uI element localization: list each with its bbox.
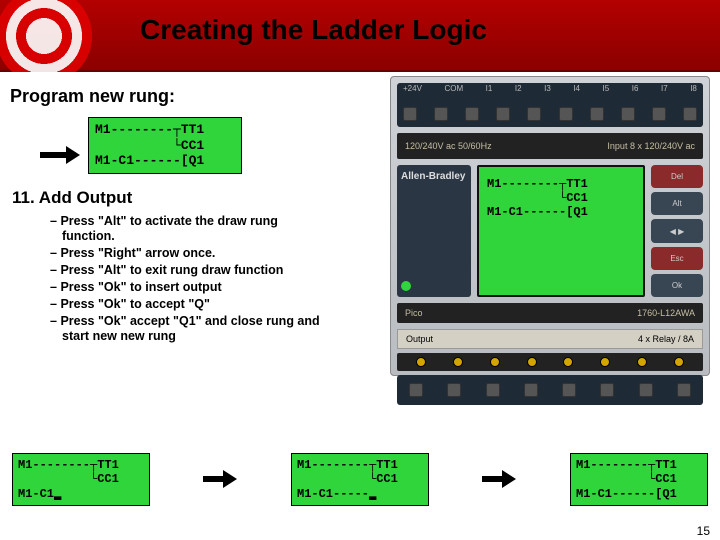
alt-button[interactable]: Alt xyxy=(651,192,703,215)
lamp-icon xyxy=(416,357,426,367)
model-name: Pico xyxy=(405,308,423,318)
arrow-right-icon xyxy=(482,472,518,486)
terminal-label: COM xyxy=(444,84,463,93)
screw-terminal-icon xyxy=(403,107,417,121)
plc-device: +24V COM I1 I2 I3 I4 I5 I6 I7 I8 120/240… xyxy=(390,76,710,376)
title-banner: Creating the Ladder Logic xyxy=(0,0,720,72)
screw-terminal-icon xyxy=(621,107,635,121)
lamp-icon xyxy=(600,357,610,367)
lamp-icon xyxy=(674,357,684,367)
sequence-row: M1--------┬TT1 └CC1 M1-C1▂ M1--------┬TT… xyxy=(10,453,710,506)
terminal-label: I1 xyxy=(486,84,493,93)
terminal-label: I5 xyxy=(603,84,610,93)
terminal-label: I8 xyxy=(690,84,697,93)
screw-terminal-icon xyxy=(639,383,653,397)
plc-input-strip: 120/240V ac 50/60Hz Input 8 x 120/240V a… xyxy=(397,133,703,159)
terminal-label: I2 xyxy=(515,84,522,93)
screw-terminal-icon xyxy=(562,383,576,397)
screw-terminal-icon xyxy=(527,107,541,121)
slide-title: Creating the Ladder Logic xyxy=(140,14,487,46)
terminal-label: +24V xyxy=(403,84,422,93)
lamp-icon xyxy=(453,357,463,367)
lamp-icon xyxy=(490,357,500,367)
screw-terminal-icon xyxy=(590,107,604,121)
lcd-step-2: M1--------┬TT1 └CC1 M1-C1-----▂ xyxy=(291,453,429,506)
lamp-icon xyxy=(527,357,537,367)
screw-terminal-icon xyxy=(600,383,614,397)
plc-button-column: Del Alt ◀ ▶ Esc Ok xyxy=(651,165,703,297)
terminal-label: I3 xyxy=(544,84,551,93)
screw-terminal-icon xyxy=(652,107,666,121)
plc-brand-panel: Allen-Bradley xyxy=(397,165,471,297)
instruction-item: Press "Ok" to insert output xyxy=(50,280,330,295)
instruction-item: Press "Alt" to activate the draw rung fu… xyxy=(50,214,330,244)
screw-terminal-icon xyxy=(447,383,461,397)
plc-output-strip: Output 4 x Relay / 8A xyxy=(397,329,703,349)
screw-terminal-icon xyxy=(409,383,423,397)
instruction-item: Press "Ok" to accept "Q" xyxy=(50,297,330,312)
strip-label-left: 120/240V ac 50/60Hz xyxy=(405,141,492,151)
content-area: Program new rung: M1--------┬TT1 └CC1 M1… xyxy=(10,86,710,524)
plc-top-terminals: +24V COM I1 I2 I3 I4 I5 I6 I7 I8 xyxy=(397,83,703,127)
instruction-item: Press "Ok" accept "Q1" and close rung an… xyxy=(50,314,330,344)
screw-terminal-icon xyxy=(683,107,697,121)
screw-terminal-icon xyxy=(559,107,573,121)
instruction-item: Press "Alt" to exit rung draw function xyxy=(50,263,330,278)
esc-button[interactable]: Esc xyxy=(651,247,703,270)
terminal-label: I7 xyxy=(661,84,668,93)
plc-model-strip: Pico 1760-L12AWA xyxy=(397,303,703,323)
del-button[interactable]: Del xyxy=(651,165,703,188)
run-led-icon xyxy=(401,281,411,291)
instruction-item: Press "Right" arrow once. xyxy=(50,246,330,261)
lamp-icon xyxy=(563,357,573,367)
ok-button[interactable]: Ok xyxy=(651,274,703,297)
screw-terminal-icon xyxy=(496,107,510,121)
screw-terminal-icon xyxy=(465,107,479,121)
lcd-example-top: M1--------┬TT1 └CC1 M1-C1------[Q1 xyxy=(88,117,242,174)
output-label-right: 4 x Relay / 8A xyxy=(638,334,694,344)
screw-terminal-icon xyxy=(486,383,500,397)
terminal-label: I6 xyxy=(632,84,639,93)
lcd-step-3: M1--------┬TT1 └CC1 M1-C1------[Q1 xyxy=(570,453,708,506)
plc-bottom-terminals xyxy=(397,375,703,405)
plc-lcd-screen: M1--------┬TT1 └CC1 M1-C1------[Q1 xyxy=(477,165,645,297)
model-number: 1760-L12AWA xyxy=(637,308,695,318)
arrow-right-icon xyxy=(203,472,239,486)
screw-terminal-icon xyxy=(677,383,691,397)
page-number: 15 xyxy=(697,524,710,538)
plc-lamp-band xyxy=(397,353,703,371)
instruction-list: Press "Alt" to activate the draw rung fu… xyxy=(50,214,330,344)
brand-logo: Allen-Bradley xyxy=(401,171,467,182)
lamp-icon xyxy=(637,357,647,367)
lcd-step-1: M1--------┬TT1 └CC1 M1-C1▂ xyxy=(12,453,150,506)
strip-label-right: Input 8 x 120/240V ac xyxy=(607,141,695,151)
arrow-right-icon xyxy=(40,148,82,162)
terminal-label: I4 xyxy=(573,84,580,93)
nav-arrows-button[interactable]: ◀ ▶ xyxy=(651,219,703,242)
screw-terminal-icon xyxy=(434,107,448,121)
output-label-left: Output xyxy=(406,334,433,344)
screw-terminal-icon xyxy=(524,383,538,397)
